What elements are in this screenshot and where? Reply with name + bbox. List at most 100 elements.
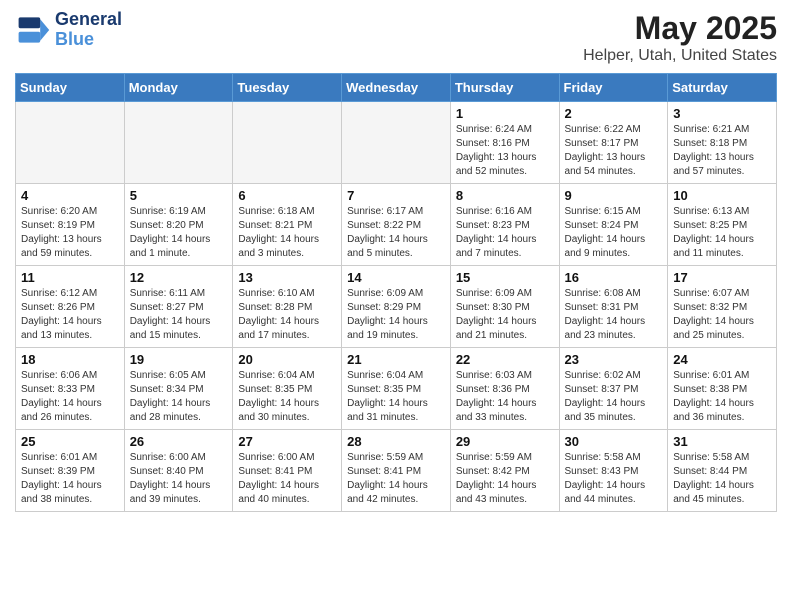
day-number: 25: [21, 434, 119, 449]
calendar-cell: 28 Sunrise: 5:59 AM Sunset: 8:41 PM Dayli…: [342, 430, 451, 512]
logo: General Blue: [15, 10, 122, 50]
weekday-header-sunday: Sunday: [16, 74, 125, 102]
day-number: 23: [565, 352, 663, 367]
calendar-cell: 22Sunrise: 6:03 AM Sunset: 8:36 PM Dayli…: [450, 348, 559, 430]
calendar-cell: 13 Sunrise: 6:10 AM Sunset: 8:28 PM Dayli…: [233, 266, 342, 348]
calendar-cell: 18Sunrise: 6:06 AM Sunset: 8:33 PM Dayli…: [16, 348, 125, 430]
calendar-cell: 25 Sunrise: 6:01 AM Sunset: 8:39 PM Dayli…: [16, 430, 125, 512]
day-number: 12: [130, 270, 228, 285]
calendar-cell: 1Sunrise: 6:24 AM Sunset: 8:16 PM Daylig…: [450, 102, 559, 184]
calendar-cell: 23 Sunrise: 6:02 AM Sunset: 8:37 PM Dayli…: [559, 348, 668, 430]
day-number: 13: [238, 270, 336, 285]
day-number: 9: [565, 188, 663, 203]
calendar-cell: 27 Sunrise: 6:00 AM Sunset: 8:41 PM Dayli…: [233, 430, 342, 512]
day-info: Sunrise: 6:01 AM Sunset: 8:38 PM Dayligh…: [673, 369, 771, 425]
day-number: 15: [456, 270, 554, 285]
day-info: Sunrise: 6:01 AM Sunset: 8:39 PM Dayligh…: [21, 451, 119, 507]
day-info: Sunrise: 6:06 AM Sunset: 8:33 PM Dayligh…: [21, 369, 119, 425]
day-number: 31: [673, 434, 771, 449]
day-number: 5: [130, 188, 228, 203]
day-number: 26: [130, 434, 228, 449]
calendar-cell: 7 Sunrise: 6:17 AM Sunset: 8:22 PM Daylig…: [342, 184, 451, 266]
calendar-cell: 24 Sunrise: 6:01 AM Sunset: 8:38 PM Dayli…: [668, 348, 777, 430]
calendar-week-1: 1Sunrise: 6:24 AM Sunset: 8:16 PM Daylig…: [16, 102, 777, 184]
day-info: Sunrise: 6:22 AM Sunset: 8:17 PM Dayligh…: [565, 123, 663, 179]
weekday-header-tuesday: Tuesday: [233, 74, 342, 102]
day-info: Sunrise: 6:09 AM Sunset: 8:30 PM Dayligh…: [456, 287, 554, 343]
page-header: General Blue May 2025 Helper, Utah, Unit…: [15, 10, 777, 65]
day-info: Sunrise: 6:12 AM Sunset: 8:26 PM Dayligh…: [21, 287, 119, 343]
calendar-header-row: SundayMondayTuesdayWednesdayThursdayFrid…: [16, 74, 777, 102]
calendar-cell: [342, 102, 451, 184]
calendar-cell: 12Sunrise: 6:11 AM Sunset: 8:27 PM Dayli…: [124, 266, 233, 348]
day-number: 17: [673, 270, 771, 285]
day-number: 11: [21, 270, 119, 285]
logo-text: General Blue: [55, 10, 122, 50]
calendar-cell: 29 Sunrise: 5:59 AM Sunset: 8:42 PM Dayli…: [450, 430, 559, 512]
calendar-cell: 21 Sunrise: 6:04 AM Sunset: 8:35 PM Dayli…: [342, 348, 451, 430]
day-info: Sunrise: 6:10 AM Sunset: 8:28 PM Dayligh…: [238, 287, 336, 343]
calendar-cell: 5 Sunrise: 6:19 AM Sunset: 8:20 PM Daylig…: [124, 184, 233, 266]
title-block: May 2025 Helper, Utah, United States: [583, 10, 777, 65]
calendar-cell: 19 Sunrise: 6:05 AM Sunset: 8:34 PM Dayli…: [124, 348, 233, 430]
calendar-week-2: 4Sunrise: 6:20 AM Sunset: 8:19 PM Daylig…: [16, 184, 777, 266]
calendar-week-4: 18Sunrise: 6:06 AM Sunset: 8:33 PM Dayli…: [16, 348, 777, 430]
day-info: Sunrise: 6:04 AM Sunset: 8:35 PM Dayligh…: [238, 369, 336, 425]
day-info: Sunrise: 6:02 AM Sunset: 8:37 PM Dayligh…: [565, 369, 663, 425]
day-number: 24: [673, 352, 771, 367]
page-title: May 2025: [583, 10, 777, 47]
day-info: Sunrise: 6:00 AM Sunset: 8:41 PM Dayligh…: [238, 451, 336, 507]
day-number: 16: [565, 270, 663, 285]
day-number: 30: [565, 434, 663, 449]
day-number: 8: [456, 188, 554, 203]
day-info: Sunrise: 6:00 AM Sunset: 8:40 PM Dayligh…: [130, 451, 228, 507]
weekday-header-saturday: Saturday: [668, 74, 777, 102]
logo-line2: Blue: [55, 29, 94, 49]
day-info: Sunrise: 5:58 AM Sunset: 8:44 PM Dayligh…: [673, 451, 771, 507]
day-number: 1: [456, 106, 554, 121]
calendar-cell: 3Sunrise: 6:21 AM Sunset: 8:18 PM Daylig…: [668, 102, 777, 184]
day-number: 22: [456, 352, 554, 367]
day-info: Sunrise: 6:07 AM Sunset: 8:32 PM Dayligh…: [673, 287, 771, 343]
day-info: Sunrise: 5:59 AM Sunset: 8:42 PM Dayligh…: [456, 451, 554, 507]
calendar-cell: 2 Sunrise: 6:22 AM Sunset: 8:17 PM Daylig…: [559, 102, 668, 184]
calendar-week-5: 25 Sunrise: 6:01 AM Sunset: 8:39 PM Dayli…: [16, 430, 777, 512]
day-info: Sunrise: 6:19 AM Sunset: 8:20 PM Dayligh…: [130, 205, 228, 261]
day-number: 29: [456, 434, 554, 449]
calendar-cell: [233, 102, 342, 184]
calendar-cell: 15 Sunrise: 6:09 AM Sunset: 8:30 PM Dayli…: [450, 266, 559, 348]
logo-icon: [15, 12, 51, 48]
day-number: 27: [238, 434, 336, 449]
calendar-cell: 10 Sunrise: 6:13 AM Sunset: 8:25 PM Dayli…: [668, 184, 777, 266]
weekday-header-monday: Monday: [124, 74, 233, 102]
calendar-cell: 31 Sunrise: 5:58 AM Sunset: 8:44 PM Dayli…: [668, 430, 777, 512]
day-number: 3: [673, 106, 771, 121]
day-info: Sunrise: 5:59 AM Sunset: 8:41 PM Dayligh…: [347, 451, 445, 507]
day-number: 21: [347, 352, 445, 367]
day-info: Sunrise: 6:09 AM Sunset: 8:29 PM Dayligh…: [347, 287, 445, 343]
calendar-cell: 11 Sunrise: 6:12 AM Sunset: 8:26 PM Dayli…: [16, 266, 125, 348]
weekday-header-thursday: Thursday: [450, 74, 559, 102]
day-number: 2: [565, 106, 663, 121]
day-number: 10: [673, 188, 771, 203]
day-info: Sunrise: 6:04 AM Sunset: 8:35 PM Dayligh…: [347, 369, 445, 425]
day-number: 14: [347, 270, 445, 285]
day-info: Sunrise: 6:20 AM Sunset: 8:19 PM Dayligh…: [21, 205, 119, 261]
calendar-cell: [124, 102, 233, 184]
day-info: Sunrise: 6:16 AM Sunset: 8:23 PM Dayligh…: [456, 205, 554, 261]
weekday-header-wednesday: Wednesday: [342, 74, 451, 102]
calendar-cell: 6Sunrise: 6:18 AM Sunset: 8:21 PM Daylig…: [233, 184, 342, 266]
calendar-cell: 16Sunrise: 6:08 AM Sunset: 8:31 PM Dayli…: [559, 266, 668, 348]
logo-line1: General: [55, 10, 122, 30]
day-number: 19: [130, 352, 228, 367]
day-info: Sunrise: 6:05 AM Sunset: 8:34 PM Dayligh…: [130, 369, 228, 425]
day-number: 7: [347, 188, 445, 203]
day-info: Sunrise: 6:17 AM Sunset: 8:22 PM Dayligh…: [347, 205, 445, 261]
day-number: 28: [347, 434, 445, 449]
day-info: Sunrise: 6:13 AM Sunset: 8:25 PM Dayligh…: [673, 205, 771, 261]
calendar-table: SundayMondayTuesdayWednesdayThursdayFrid…: [15, 73, 777, 512]
calendar-cell: 30Sunrise: 5:58 AM Sunset: 8:43 PM Dayli…: [559, 430, 668, 512]
calendar-cell: 26 Sunrise: 6:00 AM Sunset: 8:40 PM Dayli…: [124, 430, 233, 512]
calendar-cell: 20Sunrise: 6:04 AM Sunset: 8:35 PM Dayli…: [233, 348, 342, 430]
calendar-week-3: 11 Sunrise: 6:12 AM Sunset: 8:26 PM Dayli…: [16, 266, 777, 348]
